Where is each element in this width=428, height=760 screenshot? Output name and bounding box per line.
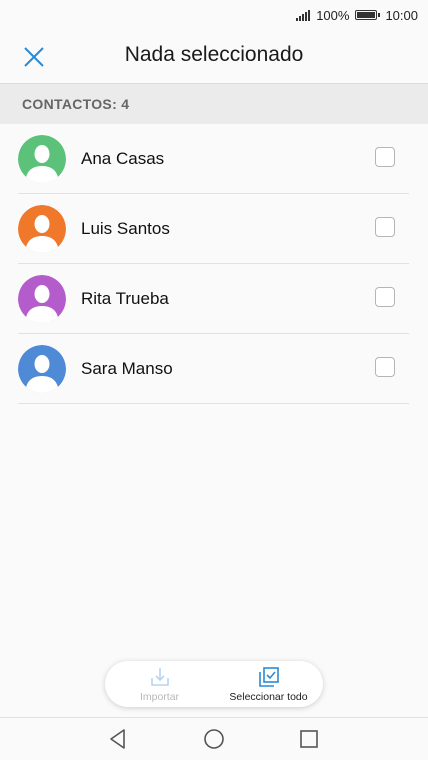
back-icon[interactable] [106,727,130,751]
import-icon [150,668,169,686]
contact-checkbox[interactable] [375,217,395,237]
import-button[interactable]: Importar [105,661,214,707]
status-time: 10:00 [385,7,418,23]
signal-icon [296,9,311,21]
contact-avatar-icon [18,275,66,323]
contact-avatar-icon [18,205,66,253]
contact-name: Sara Manso [81,359,173,378]
contact-row[interactable]: Rita Trueba [0,264,428,334]
battery-percent: 100% [316,7,350,23]
app-header: Nada seleccionado [0,30,428,84]
recents-icon[interactable] [297,727,321,751]
contact-row[interactable]: Luis Santos [0,194,428,264]
contact-avatar-icon [18,135,66,183]
avatar [18,275,66,323]
contact-checkbox[interactable] [375,147,395,167]
status-bar: 100% 10:00 [0,0,428,30]
row-divider [18,403,409,404]
contact-row[interactable]: Ana Casas [0,124,428,194]
bottom-toolbar: Importar Seleccionar todo [105,661,323,707]
contacts-count-header: CONTACTOS: 4 [0,84,428,124]
home-icon[interactable] [202,727,226,751]
contact-checkbox[interactable] [375,287,395,307]
select-all-button[interactable]: Seleccionar todo [214,661,323,707]
system-nav-bar [0,717,428,760]
select-all-label: Seleccionar todo [229,691,308,703]
avatar [18,345,66,393]
contact-list: Ana Casas Luis Santos Rita Trueba Sara Mans… [0,124,428,404]
contact-row[interactable]: Sara Manso [0,334,428,404]
contact-name: Rita Trueba [81,289,169,308]
contact-name: Luis Santos [81,219,170,238]
page-title: Nada seleccionado [124,43,304,66]
contact-avatar-icon [18,345,66,393]
avatar [18,135,66,183]
import-label: Importar [139,691,180,703]
battery-icon [355,10,381,20]
contact-name: Ana Casas [81,149,165,168]
contact-checkbox[interactable] [375,357,395,377]
select-all-icon [258,667,279,687]
avatar [18,205,66,253]
